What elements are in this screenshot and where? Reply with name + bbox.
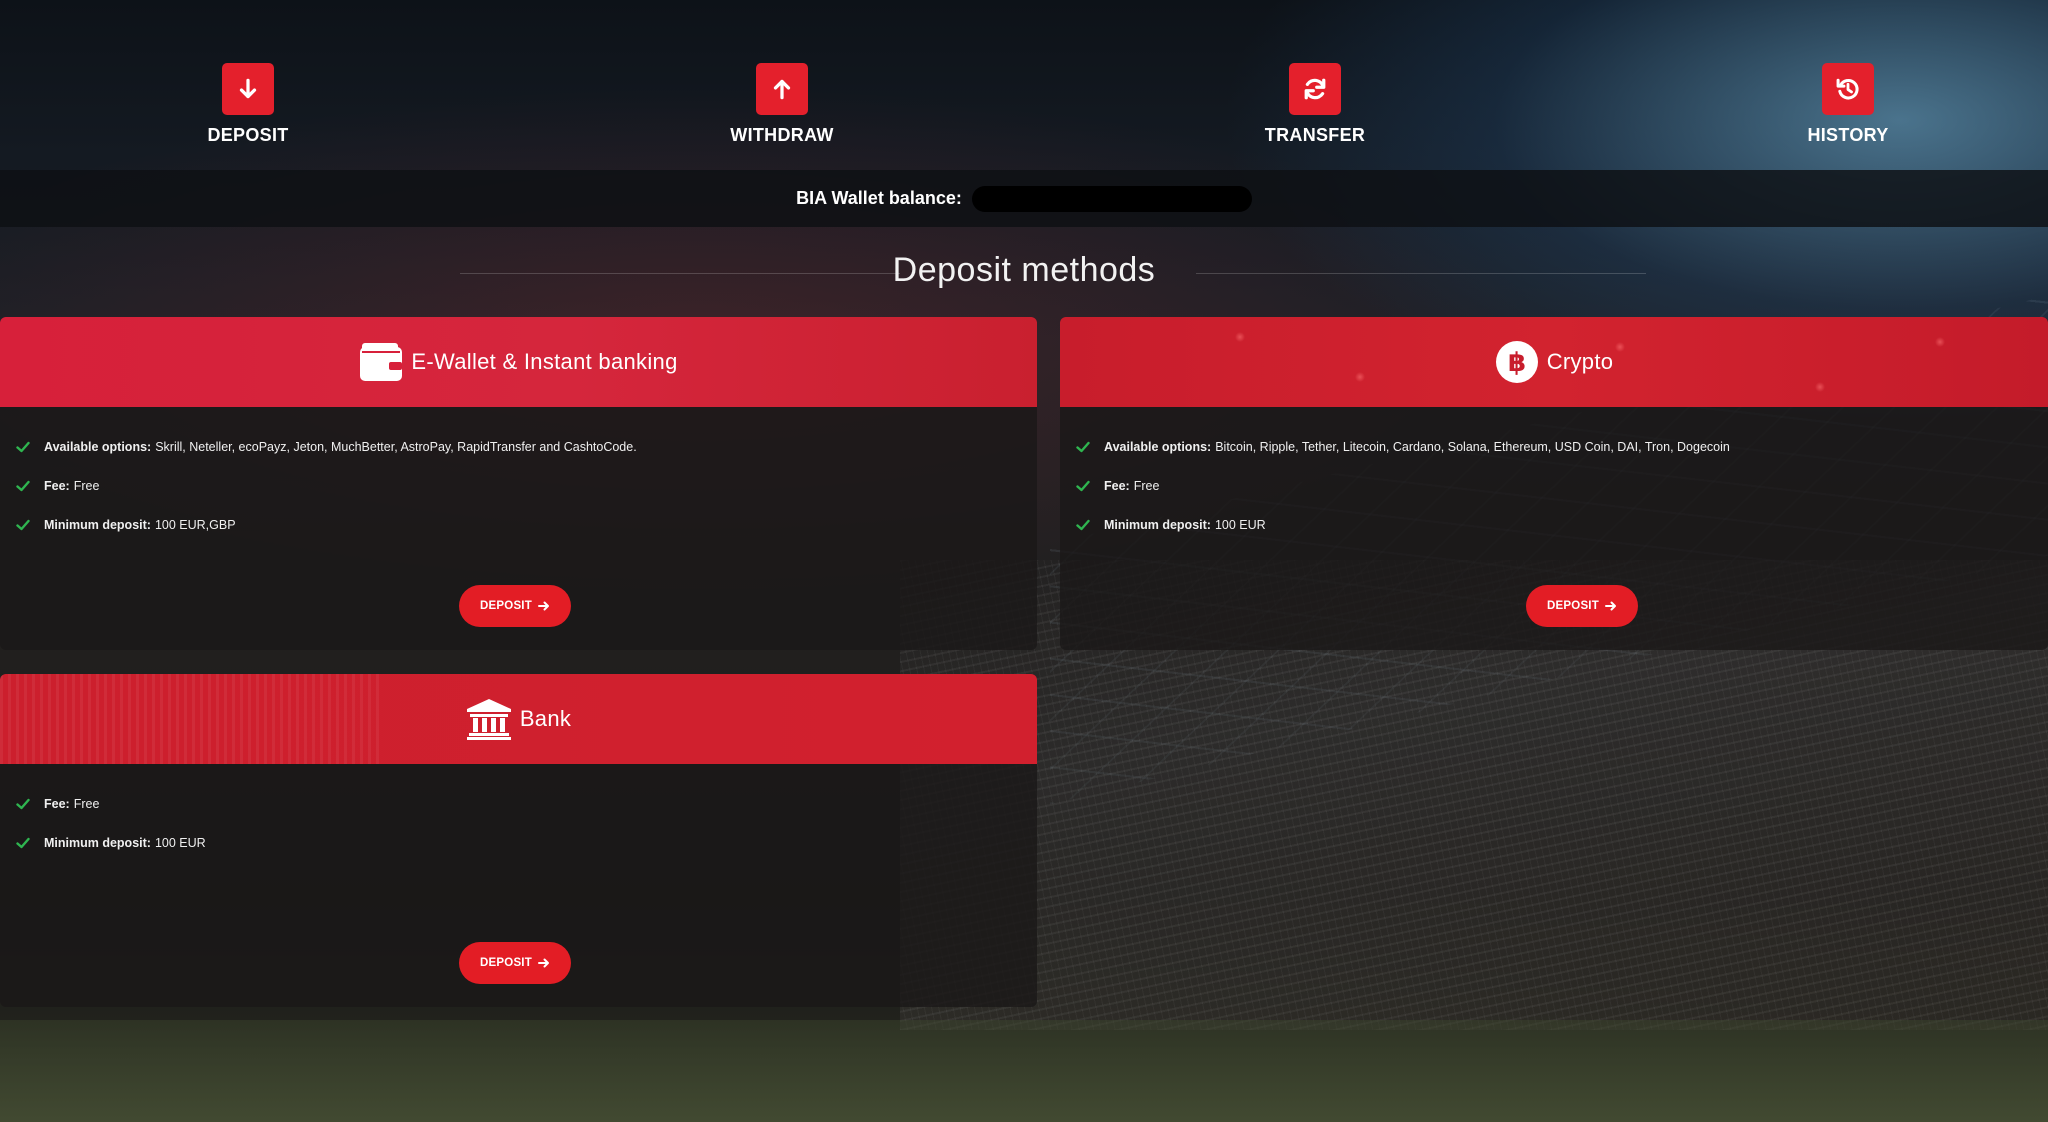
- feature-item: Fee: Free: [16, 466, 1037, 505]
- refresh-icon: [1289, 63, 1341, 115]
- feature-value: Free: [73, 478, 100, 493]
- feature-item: Minimum deposit: 100 EUR,GBP: [16, 505, 1037, 544]
- nav-transfer[interactable]: TRANSFER: [1215, 63, 1415, 146]
- feature-key: Available options:: [44, 439, 152, 454]
- feature-list: Fee: Free Minimum deposit: 100 EUR: [0, 764, 1037, 862]
- method-card-header: ฿ Crypto: [1060, 317, 2048, 407]
- method-card-bank: Bank Fee: Free Minimum deposit: 100 EUR …: [0, 674, 1037, 1007]
- feature-key: Minimum deposit:: [1104, 517, 1211, 532]
- nav-deposit[interactable]: DEPOSIT: [148, 63, 348, 146]
- feature-value: Skrill, Neteller, ecoPayz, Jeton, MuchBe…: [155, 439, 637, 454]
- bank-deposit-button[interactable]: DEPOSIT: [459, 942, 571, 984]
- check-icon: [16, 836, 30, 850]
- balance-label: BIA Wallet balance:: [796, 188, 962, 208]
- feature-list: Available options: Bitcoin, Ripple, Teth…: [1060, 407, 2048, 544]
- feature-item: Available options: Bitcoin, Ripple, Teth…: [1076, 427, 2048, 466]
- feature-value: Free: [1133, 478, 1160, 493]
- arrow-up-icon: [756, 63, 808, 115]
- section-header: Deposit methods: [0, 240, 2048, 300]
- feature-list: Available options: Skrill, Neteller, eco…: [0, 407, 1037, 544]
- feature-item: Fee: Free: [1076, 466, 2048, 505]
- method-title: E-Wallet & Instant banking: [411, 349, 678, 374]
- history-icon: [1822, 63, 1874, 115]
- method-card-crypto: ฿ Crypto Available options: Bitcoin, Rip…: [1060, 317, 2048, 650]
- feature-item: Available options: Skrill, Neteller, eco…: [16, 427, 1037, 466]
- method-title: Crypto: [1546, 349, 1614, 374]
- feature-value: 100 EUR: [1214, 517, 1266, 532]
- nav-deposit-label: DEPOSIT: [207, 125, 289, 145]
- check-icon: [1076, 479, 1090, 493]
- feature-key: Fee:: [1104, 478, 1130, 493]
- nav-withdraw[interactable]: WITHDRAW: [682, 63, 882, 146]
- arrow-right-icon: [537, 957, 550, 969]
- method-card-header: E-Wallet & Instant banking: [0, 317, 1037, 407]
- feature-item: Minimum deposit: 100 EUR: [16, 823, 1037, 862]
- feature-item: Fee: Free: [16, 784, 1037, 823]
- crypto-deposit-button[interactable]: DEPOSIT: [1526, 585, 1638, 627]
- feature-key: Minimum deposit:: [44, 517, 151, 532]
- feature-value: Free: [73, 796, 100, 811]
- nav-withdraw-label: WITHDRAW: [730, 125, 834, 145]
- method-card-header: Bank: [0, 674, 1037, 764]
- arrow-down-icon: [222, 63, 274, 115]
- arrow-right-icon: [1604, 600, 1617, 612]
- deposit-button-label: DEPOSIT: [480, 957, 532, 969]
- check-icon: [1076, 440, 1090, 454]
- check-icon: [1076, 518, 1090, 532]
- feature-key: Fee:: [44, 796, 70, 811]
- nav-history[interactable]: HISTORY: [1748, 63, 1948, 146]
- arrow-right-icon: [537, 600, 550, 612]
- bitcoin-icon: ฿: [1495, 340, 1539, 384]
- check-icon: [16, 479, 30, 493]
- svg-text:฿: ฿: [1508, 348, 1526, 378]
- check-icon: [16, 518, 30, 532]
- check-icon: [16, 440, 30, 454]
- feature-item: Minimum deposit: 100 EUR: [1076, 505, 2048, 544]
- wallet-icon: [359, 342, 403, 382]
- feature-value: Bitcoin, Ripple, Tether, Litecoin, Carda…: [1215, 439, 1730, 454]
- method-title: Bank: [519, 706, 572, 731]
- balance-value-redacted: [971, 185, 1252, 212]
- deposit-button-label: DEPOSIT: [480, 600, 532, 612]
- feature-key: Available options:: [1104, 439, 1212, 454]
- bank-icon: [466, 698, 512, 740]
- deposit-button-label: DEPOSIT: [1547, 600, 1599, 612]
- feature-value: 100 EUR,GBP: [154, 517, 236, 532]
- nav-history-label: HISTORY: [1807, 125, 1889, 145]
- feature-key: Fee:: [44, 478, 70, 493]
- ewallet-deposit-button[interactable]: DEPOSIT: [459, 585, 571, 627]
- feature-key: Minimum deposit:: [44, 835, 151, 850]
- method-card-ewallet: E-Wallet & Instant banking Available opt…: [0, 317, 1037, 650]
- wallet-balance-bar: BIA Wallet balance:: [0, 170, 2048, 227]
- pitch-graphic: [0, 1020, 2048, 1122]
- nav-transfer-label: TRANSFER: [1264, 125, 1366, 145]
- wallet-action-nav: DEPOSIT WITHDRAW TRANSFER HISTORY: [0, 0, 2048, 170]
- check-icon: [16, 797, 30, 811]
- page-title: Deposit methods: [892, 251, 1156, 289]
- feature-value: 100 EUR: [154, 835, 206, 850]
